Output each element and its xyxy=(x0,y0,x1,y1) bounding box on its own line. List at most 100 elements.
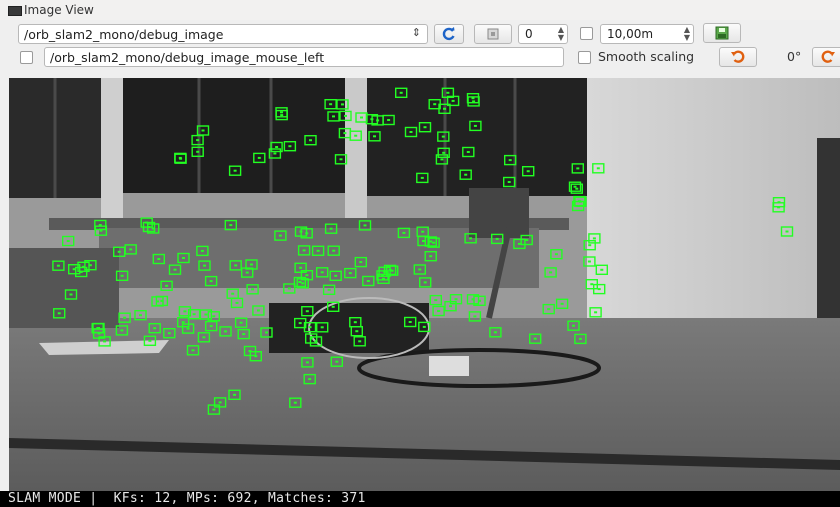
orb-feature-point xyxy=(201,129,205,132)
refresh-topics-button[interactable] xyxy=(434,24,464,44)
orb-feature-point xyxy=(554,253,558,256)
orb-feature-point xyxy=(209,280,213,283)
orb-feature-point xyxy=(785,230,789,233)
topic-select[interactable]: /orb_slam2_mono/debug_image ⇕ xyxy=(18,24,428,44)
orb-feature-point xyxy=(588,244,592,247)
orb-feature-point xyxy=(117,250,121,253)
orb-feature-point xyxy=(212,408,216,411)
orb-feature-point xyxy=(204,313,208,316)
orb-feature-point xyxy=(218,401,222,404)
orb-feature-point xyxy=(123,316,127,319)
camera-image-viewport[interactable] xyxy=(9,78,840,491)
zoom-checkbox[interactable] xyxy=(580,27,593,40)
orb-feature-point xyxy=(235,301,239,304)
orb-feature-point xyxy=(547,308,551,311)
orb-feature-point xyxy=(167,332,171,335)
orb-feature-point xyxy=(382,277,385,280)
orb-feature-point xyxy=(587,260,591,263)
orb-feature-point xyxy=(200,249,204,252)
mouse-topic-checkbox[interactable] xyxy=(20,51,33,64)
orb-feature-point xyxy=(409,131,413,133)
orb-feature-point xyxy=(343,132,347,135)
rotate-right-icon xyxy=(821,50,835,63)
orb-feature-point xyxy=(387,119,391,121)
orb-feature-point xyxy=(316,249,320,252)
orb-feature-point xyxy=(139,314,142,317)
orb-feature-point xyxy=(178,156,182,159)
orb-feature-point xyxy=(209,325,213,328)
orb-feature-point xyxy=(332,249,336,252)
orb-feature-point xyxy=(224,330,227,333)
orb-feature-point xyxy=(507,181,511,183)
camera-button[interactable] xyxy=(474,24,512,44)
orb-feature-point xyxy=(454,298,458,301)
orb-feature-point xyxy=(360,116,363,119)
orb-feature-point xyxy=(549,271,553,274)
orb-feature-point xyxy=(314,340,318,343)
orb-feature-point xyxy=(56,264,60,267)
mouse-toolbar: /orb_slam2_mono/debug_image_mouse_left S… xyxy=(0,46,840,70)
orb-feature-point xyxy=(473,315,477,318)
orb-feature-point xyxy=(373,135,376,138)
orb-feature-point xyxy=(437,310,441,312)
orb-feature-point xyxy=(234,264,238,267)
orb-feature-point xyxy=(302,249,306,252)
orb-feature-point xyxy=(320,326,324,329)
orb-feature-point xyxy=(293,401,297,404)
orb-feature-point xyxy=(257,156,261,159)
orb-feature-point xyxy=(526,170,530,173)
orb-feature-point xyxy=(434,299,438,302)
slam-status-text: SLAM MODE | KFs: 12, MPs: 692, Matches: … xyxy=(8,491,366,506)
orb-feature-point xyxy=(399,91,403,94)
orb-feature-point xyxy=(353,321,357,324)
orb-feature-point xyxy=(275,146,279,148)
orb-feature-point xyxy=(191,349,195,352)
orb-feature-point xyxy=(464,173,468,176)
mouse-topic-field[interactable]: /orb_slam2_mono/debug_image_mouse_left xyxy=(44,47,564,67)
orb-feature-point xyxy=(341,103,344,106)
rotate-left-button[interactable] xyxy=(719,47,757,67)
rotation-value: 0° xyxy=(787,49,802,64)
orb-feature-point xyxy=(422,325,426,328)
smooth-scaling-checkbox[interactable] xyxy=(578,51,591,64)
orb-feature-point xyxy=(344,114,347,117)
window-title: Image View xyxy=(24,3,94,17)
combo-arrows-icon: ⇕ xyxy=(411,26,421,39)
save-image-button[interactable] xyxy=(703,23,741,43)
rotate-right-button[interactable] xyxy=(812,47,840,67)
orb-feature-point xyxy=(280,111,283,114)
camera-icon xyxy=(487,28,499,40)
orb-feature-point xyxy=(242,333,246,336)
orb-feature-point xyxy=(145,221,149,224)
orb-feature-point xyxy=(358,340,362,343)
mouse-topic-value: /orb_slam2_mono/debug_image_mouse_left xyxy=(50,50,325,65)
orb-feature-point xyxy=(597,288,601,291)
orb-feature-point xyxy=(256,309,260,312)
orb-feature-point xyxy=(299,230,303,233)
zoom-spinbox[interactable]: 10,00m ▲ ▼ xyxy=(600,24,694,44)
orb-feature-point xyxy=(229,224,233,227)
orb-feature-point xyxy=(120,329,124,332)
orb-feature-point xyxy=(96,327,100,330)
orb-feature-point xyxy=(203,264,206,267)
orb-feature-point xyxy=(298,281,302,283)
orb-feature-point xyxy=(335,360,339,363)
orb-feature-point xyxy=(181,321,185,324)
orb-feature-point xyxy=(308,326,312,329)
orb-feature-point xyxy=(408,321,412,323)
orb-feature-point xyxy=(359,261,363,264)
orb-feature-point xyxy=(251,288,255,291)
orb-feature-point xyxy=(421,230,425,233)
orb-feature-point xyxy=(329,103,333,106)
orb-feature-point xyxy=(508,159,512,162)
orb-feature-point xyxy=(186,327,190,330)
orb-feature-point xyxy=(418,268,422,271)
orb-feature-point xyxy=(301,282,305,285)
index-spinbox[interactable]: 0 ▲ ▼ xyxy=(518,24,568,44)
orb-feature-point xyxy=(420,176,424,179)
orb-feature-point xyxy=(327,288,331,291)
orb-feature-point xyxy=(239,321,243,324)
orb-feature-point xyxy=(308,378,312,381)
spin-arrows-icon: ▲ ▼ xyxy=(683,25,690,42)
orb-feature-point xyxy=(466,151,470,153)
